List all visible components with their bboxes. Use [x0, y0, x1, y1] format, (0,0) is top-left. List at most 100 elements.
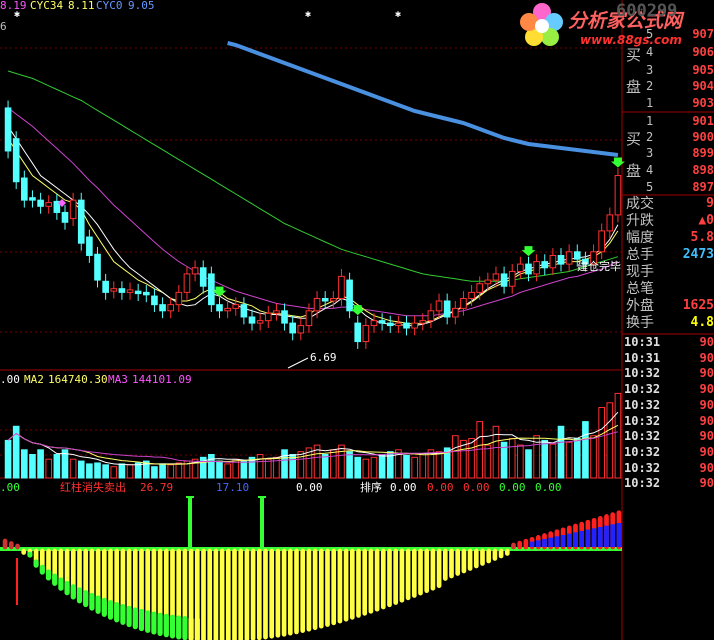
quote-value: 2473: [682, 247, 714, 262]
tick-row-8[interactable]: 10:32 90: [624, 460, 714, 476]
candle-down: [21, 177, 28, 201]
volume-bar: [370, 456, 378, 479]
sell-row-1[interactable]: 5 907: [624, 26, 714, 42]
candle-up: [598, 230, 605, 253]
volume-bar: [590, 435, 597, 479]
tick-row-6[interactable]: 10:32 90: [624, 428, 714, 444]
candle-down: [12, 138, 20, 183]
tick-row-4[interactable]: 10:32 90: [624, 397, 714, 413]
volume-bar: [525, 449, 532, 479]
candle-down: [403, 322, 410, 329]
signal-arrow-icon-3: [610, 157, 625, 168]
tick-time: 10:32: [624, 429, 661, 444]
ma-short-line: [7, 138, 619, 325]
volume-bar: [403, 454, 410, 479]
volume-bar: [45, 458, 53, 479]
quote-label: 升跌: [626, 213, 654, 229]
ma-white-line: [7, 126, 619, 327]
candle-down: [151, 295, 158, 306]
cyc0-label: CYC0: [96, 0, 123, 12]
kline-chart[interactable]: ✱ ✱ ✱6.69建仓完毕8.19 CYC34 8.11 CYC0 9.056.00 MA2 1…: [0, 0, 714, 640]
sell-row-5[interactable]: 1 903: [624, 95, 714, 111]
candle-down: [208, 273, 215, 306]
star-marker-icon-1: ✱: [305, 9, 311, 20]
volume-bar: [264, 458, 272, 479]
tick-row-2[interactable]: 10:32 90: [624, 365, 714, 381]
osc-sort-label: 排序: [360, 480, 382, 494]
candle-down: [37, 199, 44, 207]
tick-row-3[interactable]: 10:32 90: [624, 381, 714, 397]
sell-label-2: 盘: [626, 78, 642, 96]
tick-row-7[interactable]: 10:32 90: [624, 444, 714, 460]
candle-down: [289, 322, 296, 334]
candle-up: [191, 267, 199, 275]
tick-time: 10:32: [624, 476, 661, 491]
tick-row-9[interactable]: 10:32 90: [624, 475, 714, 491]
candle-up: [305, 310, 313, 327]
candle-down: [443, 300, 451, 318]
candle-up: [370, 320, 378, 327]
buy-price: 900: [692, 130, 714, 144]
candle-down: [281, 310, 288, 324]
candle-up: [362, 325, 370, 343]
candle-up: [533, 261, 540, 275]
tick-price: 90: [699, 350, 714, 365]
candle-down: [118, 288, 126, 293]
ma2-label: MA2: [24, 373, 44, 386]
volume-bar: [69, 458, 77, 479]
buy-label-2: 盘: [626, 162, 642, 180]
osc-green-value-2: 0.00: [535, 481, 562, 494]
quote-row-2: 幅度 5.8: [624, 230, 714, 247]
volume-bar: [614, 392, 622, 479]
volume-bar: [224, 463, 231, 479]
candle-down: [4, 107, 12, 152]
candle-up: [313, 298, 321, 312]
candle-up: [264, 312, 272, 322]
buy-level: 5: [646, 180, 654, 194]
tick-price: 90: [699, 397, 714, 412]
candle-up: [476, 283, 484, 293]
osc-value-white: 0.00: [296, 481, 323, 494]
ma3-label: MA3: [108, 373, 128, 386]
candle-down: [557, 254, 565, 265]
osc-signal-bar-0: [188, 496, 192, 549]
cyc0-line: [227, 41, 619, 157]
volume-bar: [29, 454, 36, 479]
volume-bar: [21, 449, 28, 479]
candle-up: [224, 307, 231, 312]
candle-up: [183, 273, 191, 293]
candle-down: [61, 211, 69, 223]
cyc-value-1: 8.19: [0, 0, 27, 12]
candle-up: [492, 273, 500, 281]
quote-row-6: 外盘 1625: [624, 298, 714, 315]
quote-value: 5.8: [690, 230, 714, 245]
candle-up: [411, 322, 418, 329]
candle-down: [77, 199, 85, 244]
low-annotation-line: [287, 357, 309, 369]
quote-label: 成交: [626, 196, 654, 212]
sell-price: 905: [692, 63, 714, 77]
buy-row-5[interactable]: 5 897: [624, 179, 714, 195]
ma-mid-line: [7, 107, 619, 317]
volume-bar: [354, 456, 362, 479]
sell-level: 2: [646, 79, 654, 93]
ma1-value: .00: [0, 373, 20, 386]
tick-row-1[interactable]: 10:31 90: [624, 350, 714, 366]
buy-label-1: 买: [626, 130, 642, 148]
quote-label: 幅度: [626, 230, 654, 246]
candle-down: [525, 263, 532, 275]
volume-bar: [256, 454, 264, 479]
candle-up: [45, 202, 53, 207]
buy-price: 901: [692, 114, 714, 128]
buy-row-1[interactable]: 1 901: [624, 113, 714, 129]
candle-up: [508, 270, 516, 287]
volume-bar: [86, 463, 93, 479]
candle-down: [321, 298, 329, 302]
candle-up: [110, 288, 118, 292]
tick-price: 90: [699, 366, 714, 381]
osc-signal-bar-1: [260, 496, 264, 549]
quote-row-0: 成交 9: [624, 196, 714, 213]
sell-label-1: 买: [626, 46, 642, 64]
tick-row-5[interactable]: 10:32 90: [624, 413, 714, 429]
tick-row-0[interactable]: 10:31 90: [624, 334, 714, 350]
